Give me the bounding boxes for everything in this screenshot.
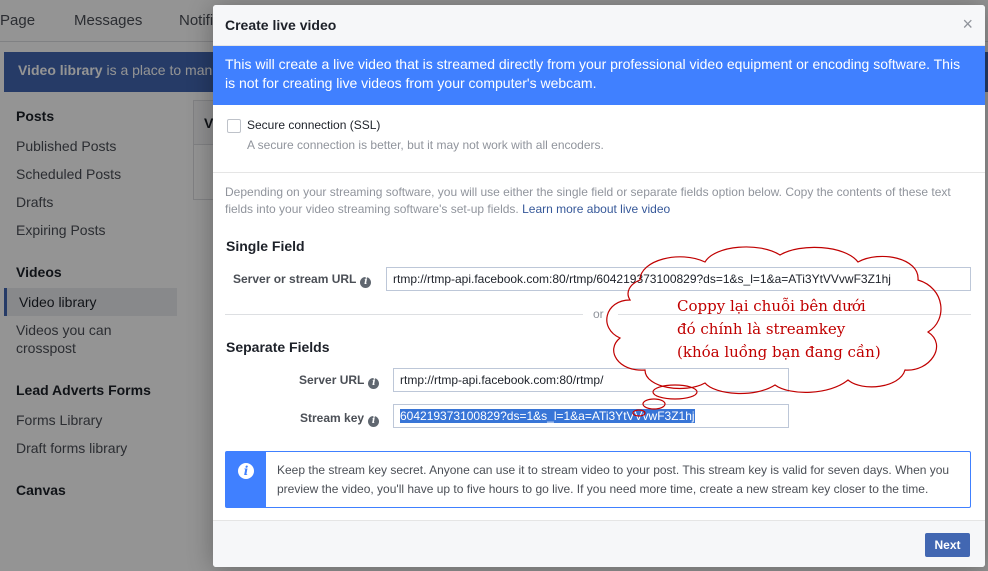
create-live-video-dialog: Create live video × This will create a l… [213,5,985,567]
server-or-stream-label-text: Server or stream URL [233,272,357,286]
info-icon[interactable]: i [360,277,372,288]
ssl-label[interactable]: Secure connection (SSL) [247,118,380,132]
single-field-title: Single Field [226,238,305,254]
separate-fields-title: Separate Fields [226,339,330,355]
divider-left [225,314,583,315]
annotation-line-1: Coppy lại chuỗi bên dưới [677,297,866,315]
stream-key-notice: i Keep the stream key secret. Anyone can… [225,451,971,508]
ssl-hint: A secure connection is better, but it ma… [247,138,604,152]
close-icon[interactable]: × [962,14,973,34]
notice-icon-panel: i [226,452,266,507]
or-separator: or [591,307,606,321]
learn-more-link[interactable]: Learn more about live video [522,202,670,216]
server-url-input[interactable]: rtmp://rtmp-api.facebook.com:80/rtmp/ [393,368,789,392]
stream-key-selection: 604219373100829?ds=1&s_l=1&a=ATi3YtVVvwF… [400,409,695,423]
intro-text: Depending on your streaming software, yo… [225,184,975,218]
dialog-title: Create live video [225,17,337,33]
info-alert: This will create a live video that is st… [213,46,985,105]
notice-text: Keep the stream key secret. Anyone can u… [277,463,950,496]
annotation-line-3: (khóa luồng bạn đang cần) [677,343,881,361]
server-or-stream-label: Server or stream URL i [233,272,372,288]
stream-key-label-text: Stream key [300,411,365,425]
dialog-footer: Next [213,520,985,567]
stream-key-input[interactable]: 604219373100829?ds=1&s_l=1&a=ATi3YtVVvwF… [393,404,789,428]
info-icon[interactable]: i [368,378,380,389]
next-button[interactable]: Next [925,533,970,557]
info-icon[interactable]: i [368,416,380,427]
server-or-stream-input[interactable]: rtmp://rtmp-api.facebook.com:80/rtmp/604… [386,267,971,291]
info-circle-icon: i [238,463,254,479]
server-url-label: Server URL i [299,373,380,389]
stream-key-label: Stream key i [300,411,380,427]
ssl-checkbox[interactable] [227,119,241,133]
dialog-header: Create live video × [213,5,985,46]
annotation-line-2: đó chính là streamkey [677,320,846,338]
ssl-option: Secure connection (SSL) A secure connect… [213,105,985,173]
server-url-label-text: Server URL [299,373,365,387]
